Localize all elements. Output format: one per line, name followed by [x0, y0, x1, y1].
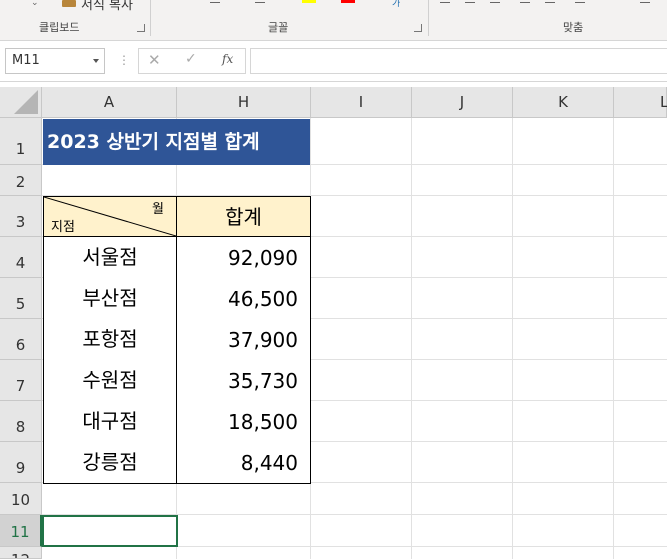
- total-header-cell[interactable]: 합계: [176, 196, 311, 237]
- group-separator: [428, 0, 429, 36]
- insert-function-icon[interactable]: fx: [222, 52, 233, 66]
- sheet-title[interactable]: 2023 상반기 지점별 합계: [43, 119, 310, 165]
- format-painter-icon[interactable]: [62, 0, 76, 7]
- group-separator: [150, 0, 151, 36]
- row-header-10[interactable]: 10: [0, 483, 42, 515]
- row-header-9[interactable]: 9: [0, 442, 42, 483]
- group-label-clipboard: 클립보드: [39, 21, 80, 34]
- select-all-icon: [14, 90, 38, 114]
- column-header-l[interactable]: L: [614, 87, 667, 118]
- format-painter-label[interactable]: 서식 복사: [81, 0, 133, 13]
- highlight-color-icon[interactable]: [302, 0, 316, 3]
- branch-cell[interactable]: 포항점: [43, 319, 177, 361]
- diag-header-branch: 지점: [51, 220, 75, 235]
- font-tool-icon[interactable]: [255, 2, 265, 3]
- drag-handle-icon[interactable]: ⋮: [118, 53, 130, 67]
- total-cell[interactable]: 8,440: [176, 442, 311, 484]
- diagonal-header-cell[interactable]: 월 지점: [43, 196, 177, 237]
- branch-cell[interactable]: 서울점: [43, 237, 177, 279]
- row-header-5[interactable]: 5: [0, 278, 42, 319]
- gridline: [411, 118, 412, 559]
- column-header-a[interactable]: A: [42, 87, 177, 118]
- formula-bar: M11 ⋮ ✕ ✓ fx: [0, 41, 667, 82]
- branch-cell[interactable]: 부산점: [43, 278, 177, 320]
- table-row: 수원점 35,730: [43, 360, 311, 402]
- row-header-3[interactable]: 3: [0, 196, 42, 237]
- align-icon[interactable]: [520, 2, 530, 3]
- chevron-down-icon[interactable]: ⌄: [31, 0, 39, 8]
- row-header-1[interactable]: 1: [0, 118, 42, 165]
- gridline: [613, 118, 614, 559]
- ribbon: ⌄ 서식 복사 가 클립보드 글꼴 맞춤: [0, 0, 667, 41]
- cancel-icon[interactable]: ✕: [148, 51, 161, 69]
- row-header-4[interactable]: 4: [0, 237, 42, 278]
- align-icon[interactable]: [545, 2, 555, 3]
- row-header-12[interactable]: 12: [0, 547, 42, 559]
- column-header-i[interactable]: I: [311, 87, 412, 118]
- table-row: 포항점 37,900: [43, 319, 311, 361]
- font-tool-icon[interactable]: [210, 2, 220, 3]
- chevron-down-icon[interactable]: [93, 59, 99, 63]
- name-box[interactable]: M11: [5, 48, 105, 74]
- table-row: 부산점 46,500: [43, 278, 311, 320]
- phonetic-guide-icon[interactable]: 가: [392, 0, 400, 9]
- total-cell[interactable]: 18,500: [176, 401, 311, 443]
- align-icon[interactable]: [465, 2, 475, 3]
- row-header-2[interactable]: 2: [0, 165, 42, 196]
- group-label-font: 글꼴: [268, 21, 289, 34]
- total-cell[interactable]: 46,500: [176, 278, 311, 320]
- formula-input[interactable]: [250, 48, 667, 74]
- merge-icon[interactable]: [575, 2, 585, 3]
- wrap-icon[interactable]: [640, 2, 650, 3]
- column-header-h[interactable]: H: [177, 87, 311, 118]
- name-box-value: M11: [12, 53, 40, 68]
- gridline: [512, 118, 513, 559]
- align-icon[interactable]: [440, 2, 450, 3]
- clipboard-launcher-icon[interactable]: [137, 24, 145, 32]
- total-cell[interactable]: 37,900: [176, 319, 311, 361]
- branch-cell[interactable]: 강릉점: [43, 442, 177, 484]
- enter-icon[interactable]: ✓: [185, 51, 197, 67]
- font-color-icon[interactable]: [341, 0, 355, 3]
- total-cell[interactable]: 92,090: [176, 237, 311, 279]
- row-header-6[interactable]: 6: [0, 319, 42, 360]
- row-header-7[interactable]: 7: [0, 360, 42, 401]
- row-header-11[interactable]: 11: [0, 515, 42, 547]
- branch-cell[interactable]: 대구점: [43, 401, 177, 443]
- active-cell-selection[interactable]: [42, 515, 178, 547]
- total-cell[interactable]: 35,730: [176, 360, 311, 402]
- row-header-8[interactable]: 8: [0, 401, 42, 442]
- diag-header-month: 월: [152, 202, 164, 217]
- branch-cell[interactable]: 수원점: [43, 360, 177, 402]
- table-row: 강릉점 8,440: [43, 442, 311, 484]
- table-row: 서울점 92,090: [43, 237, 311, 279]
- align-icon[interactable]: [490, 2, 500, 3]
- font-launcher-icon[interactable]: [414, 24, 422, 32]
- column-header-j[interactable]: J: [412, 87, 513, 118]
- table-row: 대구점 18,500: [43, 401, 311, 443]
- group-label-alignment: 맞춤: [563, 21, 584, 34]
- select-all-button[interactable]: [0, 87, 42, 118]
- column-header-k[interactable]: K: [513, 87, 614, 118]
